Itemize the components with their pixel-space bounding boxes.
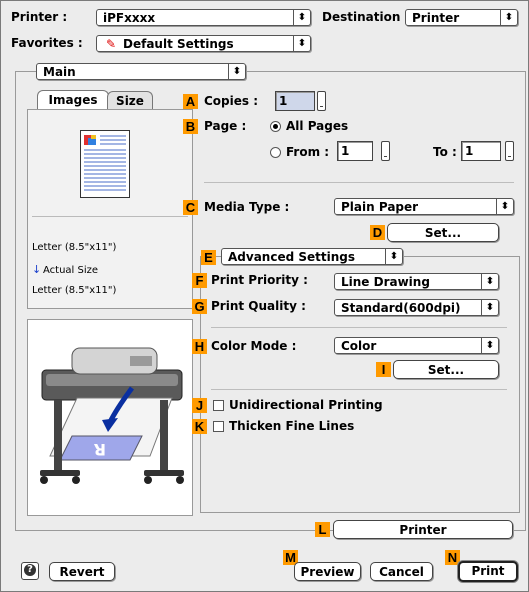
callout-j: J [192, 398, 207, 413]
tab-images[interactable]: Images [37, 90, 109, 110]
page-label: Page : [204, 119, 247, 133]
advanced-group-box [200, 256, 520, 513]
copies-label: Copies : [204, 94, 259, 108]
advanced-settings-value: Advanced Settings [228, 250, 356, 264]
print-button[interactable]: Print [458, 561, 518, 582]
unidirectional-label: Unidirectional Printing [229, 398, 383, 412]
updown-arrow-icon: ⬍ [228, 64, 245, 79]
favorites-popup[interactable]: ✎ Default Settings ⬍ [96, 35, 311, 52]
panel-popup[interactable]: Main ⬍ [36, 63, 246, 80]
updown-arrow-icon: ⬍ [500, 10, 517, 25]
advanced-settings-popup[interactable]: Advanced Settings ⬍ [221, 248, 403, 265]
tab-size[interactable]: Size [107, 91, 153, 110]
updown-arrow-icon: ⬍ [481, 338, 498, 353]
updown-arrow-icon: ⬍ [293, 10, 310, 25]
divider [211, 389, 507, 390]
callout-k: K [192, 419, 207, 434]
copies-stepper[interactable] [317, 91, 326, 111]
callout-i: I [376, 362, 391, 377]
print-priority-label: Print Priority : [211, 273, 308, 287]
updown-arrow-icon: ⬍ [293, 36, 310, 51]
from-stepper[interactable] [381, 141, 390, 161]
to-stepper[interactable] [505, 141, 514, 161]
color-mode-popup[interactable]: Color ⬍ [334, 337, 499, 354]
color-mode-label: Color Mode : [211, 339, 297, 353]
destination-label: Destination : [322, 10, 410, 24]
callout-l: L [315, 522, 330, 537]
media-set-button[interactable]: Set... [387, 223, 499, 242]
callout-f: F [192, 273, 207, 288]
svg-text:R: R [94, 440, 106, 459]
destination-value: Printer [412, 11, 460, 25]
divider [32, 216, 188, 217]
print-priority-popup[interactable]: Line Drawing ⬍ [334, 273, 499, 290]
actual-size-label: Actual Size [43, 265, 99, 276]
divider [204, 182, 514, 183]
help-button[interactable]: ? [21, 562, 39, 580]
cancel-button[interactable]: Cancel [370, 562, 433, 581]
favorites-label: Favorites : [11, 36, 83, 50]
paper-size-label: Letter (8.5"x11") [32, 242, 117, 253]
to-field[interactable]: 1 [461, 141, 501, 161]
updown-arrow-icon: ⬍ [481, 274, 498, 289]
printer-image-panel: R [27, 319, 193, 516]
media-type-label: Media Type : [204, 200, 290, 214]
output-size-label: Letter (8.5"x11") [32, 285, 117, 296]
pen-icon: ✎ [106, 37, 117, 51]
preview-button[interactable]: Preview [294, 562, 361, 581]
callout-c: C [183, 200, 198, 215]
all-pages-label: All Pages [286, 119, 349, 133]
callout-b: B [183, 119, 198, 134]
media-type-value: Plain Paper [341, 200, 419, 214]
printer-label: Printer : [11, 10, 68, 24]
revert-button[interactable]: Revert [49, 562, 115, 581]
from-label: From : [286, 145, 330, 159]
destination-popup[interactable]: Printer ⬍ [405, 9, 518, 26]
print-quality-value: Standard(600dpi) [341, 301, 461, 315]
all-pages-radio[interactable] [270, 121, 281, 132]
to-label: To : [433, 145, 457, 159]
from-field[interactable]: 1 [337, 141, 373, 161]
print-priority-value: Line Drawing [341, 275, 430, 289]
callout-e: E [201, 250, 216, 265]
thicken-label: Thicken Fine Lines [229, 419, 355, 433]
callout-a: A [183, 94, 198, 109]
callout-g: G [192, 299, 207, 314]
callout-h: H [192, 339, 207, 354]
updown-arrow-icon: ⬍ [481, 300, 498, 315]
favorites-value: Default Settings [123, 37, 234, 51]
unidirectional-checkbox[interactable] [213, 400, 224, 411]
color-mode-value: Color [341, 339, 377, 353]
thicken-checkbox[interactable] [213, 421, 224, 432]
printer-popup[interactable]: iPFxxxx ⬍ [96, 9, 311, 26]
media-type-popup[interactable]: Plain Paper ⬍ [334, 198, 514, 215]
print-quality-label: Print Quality : [211, 299, 306, 313]
updown-arrow-icon: ⬍ [385, 249, 402, 264]
color-set-button[interactable]: Set... [393, 360, 499, 379]
callout-d: D [370, 225, 385, 240]
help-icon: ? [24, 564, 36, 576]
printer-button[interactable]: Printer [333, 520, 513, 539]
print-dialog: Printer : iPFxxxx ⬍ Destination : Printe… [0, 0, 529, 592]
printer-value: iPFxxxx [103, 11, 156, 25]
printer-illustration-icon: R [40, 347, 184, 484]
panel-popup-value: Main [43, 65, 76, 79]
copies-field[interactable]: 1 [275, 91, 315, 111]
down-arrow-icon: ↓ [32, 263, 42, 276]
updown-arrow-icon: ⬍ [496, 199, 513, 214]
paper-preview-panel: Letter (8.5"x11") ↓ Actual Size Letter (… [27, 109, 193, 309]
divider [211, 327, 507, 328]
print-quality-popup[interactable]: Standard(600dpi) ⬍ [334, 299, 499, 316]
from-radio[interactable] [270, 147, 281, 158]
page-thumbnail-icon [80, 130, 130, 198]
